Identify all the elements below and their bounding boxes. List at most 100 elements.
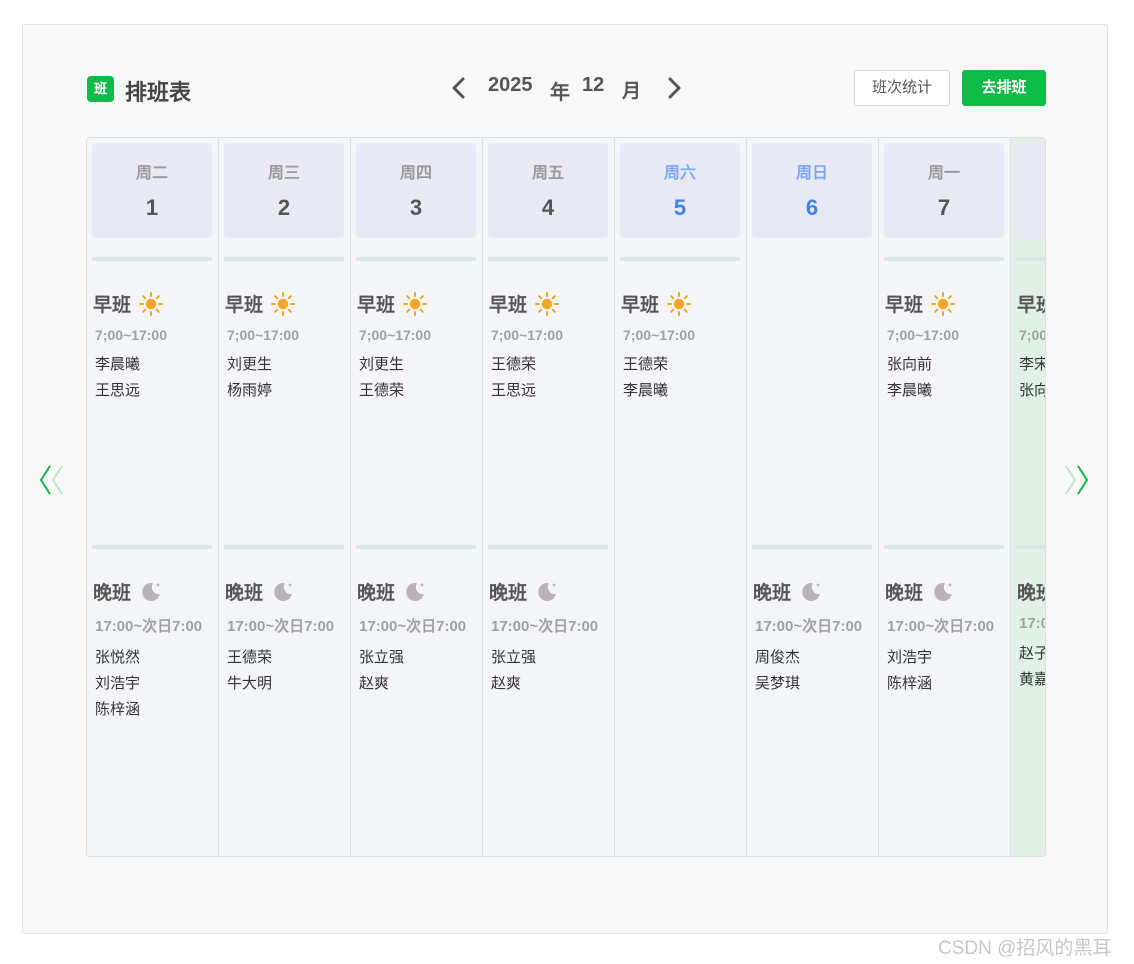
shift-divider	[356, 545, 476, 549]
staff-name[interactable]: 张向	[1019, 381, 1045, 407]
staff-name[interactable]: 周俊杰	[755, 648, 877, 674]
day-header[interactable]: 周日 6	[752, 143, 872, 238]
weekday-label: 周五	[531, 165, 564, 182]
shift-name: 晚班	[93, 583, 132, 604]
morning-shift[interactable]: 早班 7;00~17:00 刘更生 王德荣	[357, 290, 481, 407]
staff-name[interactable]: 杨雨婷	[227, 381, 349, 407]
staff-name[interactable]: 王思远	[95, 381, 217, 407]
staff-list: 赵子黄嘉	[1017, 644, 1045, 696]
double-chevron-right-icon[interactable]	[1062, 462, 1092, 498]
day-header[interactable]: 周六 5	[620, 143, 740, 238]
shift-divider	[224, 257, 344, 261]
staff-name[interactable]: 张悦然	[95, 648, 217, 674]
staff-name[interactable]: 张向前	[887, 355, 1009, 381]
chevron-left-icon[interactable]	[449, 76, 469, 100]
staff-list: 张悦然 刘浩宇 陈梓涵	[93, 648, 217, 726]
staff-list: 张立强 赵爽	[357, 648, 481, 700]
shift-divider	[1016, 257, 1045, 261]
shift-name: 晚班	[357, 583, 396, 604]
sun-icon	[139, 291, 164, 316]
night-shift[interactable]: 晚班 17:00~次日7:00 张立强 赵爽	[489, 578, 613, 700]
shift-name: 早班	[225, 295, 264, 316]
shift-stats-button[interactable]: 班次统计	[854, 70, 950, 106]
double-chevron-left-icon[interactable]	[36, 462, 66, 498]
schedule-logo: 班	[87, 76, 114, 102]
sun-icon	[271, 291, 296, 316]
weekday-label: 周二	[135, 165, 168, 182]
day-header[interactable]: 周二 1	[92, 143, 212, 238]
day-number: 3	[409, 195, 423, 220]
shift-time: 17:00~次日7:00	[227, 618, 335, 635]
night-shift[interactable]: 晚班 17:00~次日7:00 周俊杰 吴梦琪	[753, 578, 877, 700]
staff-name[interactable]: 牛大明	[227, 674, 349, 700]
shift-time: 17:00~次日7:00	[359, 618, 467, 635]
staff-name[interactable]: 刘更生	[359, 355, 481, 381]
day-number: 5	[673, 195, 687, 220]
staff-name[interactable]: 赵子	[1019, 644, 1045, 670]
staff-name[interactable]: 王德荣	[491, 355, 613, 381]
staff-list: 王德荣 牛大明	[225, 648, 349, 700]
shift-time: 7;00~17:00	[227, 327, 300, 343]
night-shift[interactable]: 晚班 17:00~次日7:00 张立强 赵爽	[357, 578, 481, 700]
staff-name[interactable]: 李宋	[1019, 355, 1045, 381]
shift-name: 早班	[357, 295, 396, 316]
night-shift[interactable]: 晚班 17:00~次日7:00 张悦然 刘浩宇 陈梓涵	[93, 578, 217, 726]
shift-name: 晚班	[489, 583, 528, 604]
morning-shift[interactable]: 早班 7;00 李宋张向	[1017, 290, 1045, 407]
shift-divider	[884, 545, 1004, 549]
chevron-right-icon[interactable]	[664, 76, 684, 100]
staff-name[interactable]: 张立强	[491, 648, 613, 674]
moon-icon	[271, 580, 295, 604]
sun-icon	[535, 291, 560, 316]
sun-icon	[931, 291, 956, 316]
staff-list: 刘浩宇 陈梓涵	[885, 648, 1009, 700]
staff-list: 刘更生 王德荣	[357, 355, 481, 407]
night-shift[interactable]: 晚班 17:0 赵子黄嘉	[1017, 578, 1045, 696]
staff-name[interactable]: 李晨曦	[887, 381, 1009, 407]
day-header[interactable]: 周一 7	[884, 143, 1004, 238]
staff-list: 李宋张向	[1017, 355, 1045, 407]
staff-name[interactable]: 王德荣	[227, 648, 349, 674]
staff-name[interactable]: 王思远	[491, 381, 613, 407]
go-schedule-button[interactable]: 去排班	[962, 70, 1046, 106]
moon-icon	[799, 580, 823, 604]
shift-divider	[620, 257, 740, 261]
day-header[interactable]: 周五 4	[488, 143, 608, 238]
shift-divider	[92, 257, 212, 261]
staff-name[interactable]: 刘浩宇	[887, 648, 1009, 674]
staff-name[interactable]: 刘浩宇	[95, 674, 217, 700]
shift-divider	[1016, 545, 1045, 549]
shift-name: 早班	[489, 295, 528, 316]
morning-shift[interactable]: 早班 7;00~17:00 刘更生 杨雨婷	[225, 290, 349, 407]
staff-name[interactable]: 刘更生	[227, 355, 349, 381]
day-number: 7	[937, 195, 951, 220]
staff-name[interactable]: 黄嘉	[1019, 670, 1045, 696]
day-header[interactable]: 周三 2	[224, 143, 344, 238]
shift-name: 晚班	[225, 583, 264, 604]
staff-name[interactable]: 王德荣	[359, 381, 481, 407]
staff-name[interactable]: 张立强	[359, 648, 481, 674]
staff-name[interactable]: 李晨曦	[95, 355, 217, 381]
shift-time: 17:0	[1019, 615, 1045, 632]
staff-name[interactable]: 李晨曦	[623, 381, 745, 407]
staff-name[interactable]: 陈梓涵	[95, 700, 217, 726]
day-header[interactable]: 周四 3	[356, 143, 476, 238]
day-column: 周二 1 早班 7;00~17:00 李晨曦 王思远晚班 17:00~次日7:00 张悦然 刘浩…	[87, 138, 219, 856]
day-number: 1	[145, 195, 159, 220]
night-shift[interactable]: 晚班 17:00~次日7:00 王德荣 牛大明	[225, 578, 349, 700]
morning-shift[interactable]: 早班 7;00~17:00 张向前 李晨曦	[885, 290, 1009, 407]
morning-shift[interactable]: 早班 7;00~17:00 王德荣 王思远	[489, 290, 613, 407]
staff-name[interactable]: 陈梓涵	[887, 674, 1009, 700]
morning-shift[interactable]: 早班 7;00~17:00 李晨曦 王思远	[93, 290, 217, 407]
weekday-label: 周四	[399, 165, 432, 182]
moon-icon	[535, 580, 559, 604]
staff-name[interactable]: 吴梦琪	[755, 674, 877, 700]
staff-name[interactable]: 赵爽	[359, 674, 481, 700]
weekday-label: 周六	[663, 165, 696, 182]
staff-name[interactable]: 王德荣	[623, 355, 745, 381]
staff-name[interactable]: 赵爽	[491, 674, 613, 700]
shift-name: 晚班	[885, 583, 924, 604]
day-header[interactable]	[1016, 143, 1045, 238]
night-shift[interactable]: 晚班 17:00~次日7:00 刘浩宇 陈梓涵	[885, 578, 1009, 700]
morning-shift[interactable]: 早班 7;00~17:00 王德荣 李晨曦	[621, 290, 745, 407]
